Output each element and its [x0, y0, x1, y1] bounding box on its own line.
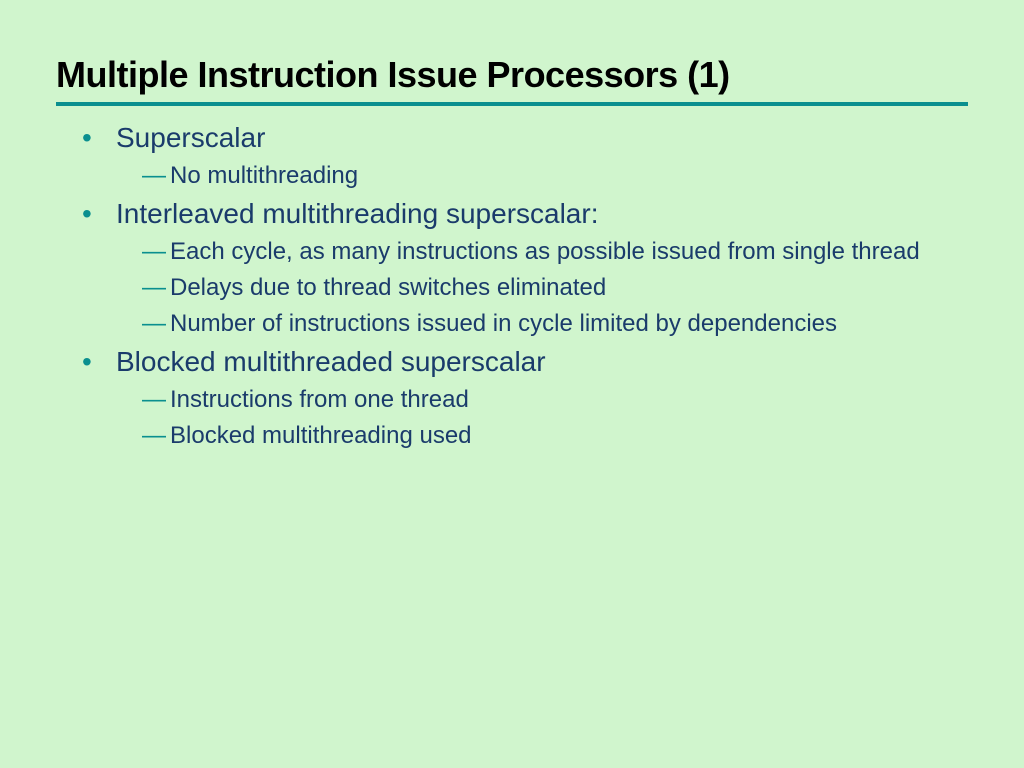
sub-list-item: — No multithreading [142, 160, 958, 192]
sub-list-item-label: Instructions from one thread [170, 384, 469, 416]
sub-list-item: — Instructions from one thread [142, 384, 958, 416]
dash-icon: — [142, 420, 170, 452]
title-underline [56, 102, 968, 106]
sub-list-item-label: Blocked multithreading used [170, 420, 472, 452]
slide-title: Multiple Instruction Issue Processors (1… [56, 54, 968, 96]
list-item-label: Superscalar [116, 120, 265, 156]
sub-list-item-label: Delays due to thread switches eliminated [170, 272, 606, 304]
list-item: • Superscalar [82, 120, 958, 156]
sub-list-item-label: Number of instructions issued in cycle l… [170, 308, 837, 340]
sub-list-item: — Each cycle, as many instructions as po… [142, 236, 958, 268]
list-item: • Interleaved multithreading superscalar… [82, 196, 958, 232]
bullet-icon: • [82, 196, 116, 232]
sub-list-item: — Number of instructions issued in cycle… [142, 308, 958, 340]
list-item-label: Blocked multithreaded superscalar [116, 344, 546, 380]
bullet-icon: • [82, 344, 116, 380]
sub-list-item: — Delays due to thread switches eliminat… [142, 272, 958, 304]
dash-icon: — [142, 236, 170, 268]
sub-list-item: — Blocked multithreading used [142, 420, 958, 452]
list-item: • Blocked multithreaded superscalar [82, 344, 958, 380]
dash-icon: — [142, 308, 170, 340]
bullet-icon: • [82, 120, 116, 156]
dash-icon: — [142, 160, 170, 192]
dash-icon: — [142, 384, 170, 416]
dash-icon: — [142, 272, 170, 304]
list-item-label: Interleaved multithreading superscalar: [116, 196, 598, 232]
sub-list-item-label: Each cycle, as many instructions as poss… [170, 236, 920, 268]
sub-list-item-label: No multithreading [170, 160, 358, 192]
slide-content: • Superscalar — No multithreading • Inte… [56, 120, 968, 452]
